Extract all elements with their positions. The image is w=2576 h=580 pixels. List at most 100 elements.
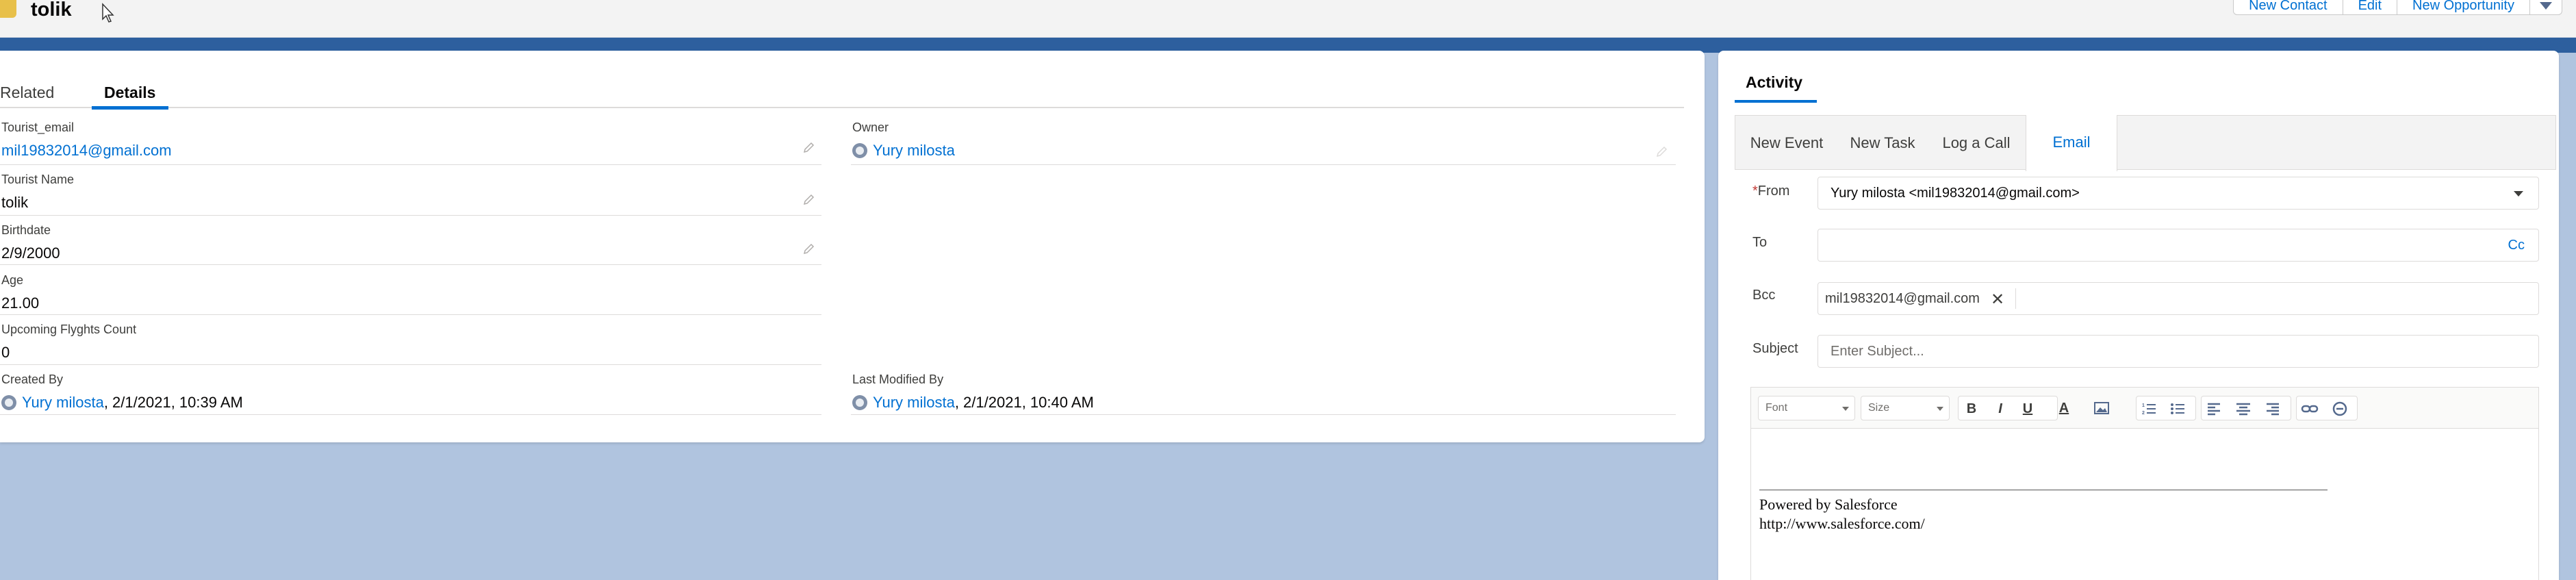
image-icon[interactable]: [2093, 400, 2110, 416]
chevron-down-icon: [2514, 191, 2523, 197]
tab-details[interactable]: Details: [104, 84, 155, 102]
field-age: Age 21.00: [1, 273, 39, 312]
from-select[interactable]: Yury milosta <mil19832014@gmail.com>: [1818, 177, 2539, 210]
link-icon[interactable]: [2301, 401, 2319, 417]
tab-log-a-call[interactable]: Log a Call: [1927, 116, 2026, 171]
cc-link[interactable]: Cc: [2508, 238, 2525, 253]
align-right-icon[interactable]: [2263, 401, 2281, 417]
field-label: Tourist_email: [1, 121, 75, 134]
signature-line-2: http://www.salesforce.com/: [1759, 515, 1925, 532]
chevron-down-icon: [1842, 407, 1849, 411]
active-tab-indicator: [92, 106, 168, 110]
field-label: Birthdate: [1, 223, 51, 237]
to-field[interactable]: Cc: [1818, 229, 2539, 262]
field-divider: [0, 314, 821, 315]
created-by-user-link[interactable]: Yury milosta: [22, 394, 104, 411]
field-divider: [0, 215, 821, 216]
svg-text:1: 1: [2142, 403, 2145, 408]
size-select[interactable]: Size: [1861, 396, 1950, 420]
edit-pencil-icon[interactable]: [802, 141, 816, 155]
editor-toolbar: Font Size B I U A 12: [1751, 388, 2538, 429]
field-label: Created By: [1, 373, 64, 386]
chevron-down-icon: [1937, 407, 1943, 411]
bcc-field[interactable]: mil19832014@gmail.com ✕: [1818, 282, 2539, 315]
list-group: 12: [2136, 396, 2196, 420]
activity-title[interactable]: Activity: [1746, 73, 1802, 92]
tab-new-task[interactable]: New Task: [1838, 116, 1927, 171]
format-group: B I U: [1958, 396, 2058, 420]
birthdate-value: 2/9/2000: [1, 244, 60, 262]
details-card: Related Details Tourist_email mil1983201…: [0, 51, 1705, 442]
user-avatar-icon: [852, 143, 867, 158]
tab-email[interactable]: Email: [2026, 115, 2117, 171]
record-title: tolik: [31, 0, 72, 21]
email-body-editor[interactable]: Font Size B I U A 12 Powered by Salesfor…: [1750, 387, 2539, 580]
bulleted-list-icon[interactable]: [2169, 401, 2187, 417]
field-label: Tourist Name: [1, 173, 75, 186]
numbered-list-icon[interactable]: 12: [2141, 401, 2158, 417]
italic-icon[interactable]: I: [1991, 401, 2009, 417]
last-modified-user-link[interactable]: Yury milosta: [873, 394, 955, 411]
new-contact-button[interactable]: New Contact: [2233, 0, 2343, 15]
mouse-cursor-icon: [102, 3, 114, 23]
edit-pencil-icon[interactable]: [802, 193, 816, 207]
field-divider: [0, 414, 821, 415]
owner-user-link[interactable]: Yury milosta: [873, 142, 955, 159]
bcc-label: Bcc: [1752, 288, 1776, 303]
align-left-icon[interactable]: [2206, 401, 2223, 417]
bcc-recipient-pill: mil19832014@gmail.com: [1825, 291, 1980, 306]
to-label: To: [1752, 235, 1768, 250]
edit-pencil-icon[interactable]: [802, 242, 816, 256]
field-divider: [851, 414, 1676, 415]
tab-new-event[interactable]: New Event: [1735, 116, 1838, 171]
remove-formatting-icon[interactable]: [2331, 401, 2349, 417]
field-divider: [851, 164, 1676, 165]
underline-icon[interactable]: U: [2019, 401, 2037, 417]
field-divider: [0, 364, 821, 365]
field-label: Last Modified By: [852, 373, 944, 386]
remove-recipient-icon[interactable]: ✕: [1991, 290, 2004, 310]
subject-label: Subject: [1752, 341, 1798, 356]
created-by-date: , 2/1/2021, 10:39 AM: [103, 394, 243, 411]
field-owner: Owner Yury milosta: [852, 121, 955, 160]
edit-button[interactable]: Edit: [2342, 0, 2398, 15]
more-actions-button[interactable]: [2529, 0, 2562, 15]
tourist-email-link[interactable]: mil19832014@gmail.com: [1, 142, 172, 160]
from-value: Yury milosta <mil19832014@gmail.com>: [1831, 186, 2080, 201]
age-value: 21.00: [1, 294, 40, 312]
user-avatar-icon: [852, 395, 867, 410]
text-color-group: A: [2052, 396, 2087, 420]
change-owner-icon[interactable]: [1655, 145, 1669, 159]
field-last-modified-by: Last Modified By Yury milosta, 2/1/2021,…: [852, 373, 1094, 412]
owner-value: Yury milosta: [852, 142, 955, 160]
tab-related[interactable]: Related: [0, 84, 54, 102]
user-avatar-icon: [1, 395, 16, 410]
field-divider: [0, 264, 821, 265]
text-color-icon[interactable]: A: [2055, 400, 2073, 416]
subject-placeholder: Enter Subject...: [1831, 344, 1924, 359]
align-group: [2201, 396, 2291, 420]
record-type-icon: [0, 0, 16, 18]
field-created-by: Created By Yury milosta, 2/1/2021, 10:39…: [1, 373, 243, 412]
field-label: Owner: [852, 121, 889, 134]
last-modified-by-value: Yury milosta, 2/1/2021, 10:40 AM: [852, 394, 1094, 412]
image-group: [2090, 396, 2131, 420]
field-birthdate: Birthdate 2/9/2000: [1, 223, 60, 262]
active-tab-indicator: [1735, 100, 1817, 103]
field-label: Age: [1, 273, 24, 287]
tourist-name-value: tolik: [1, 194, 29, 211]
align-center-icon[interactable]: [2234, 401, 2252, 417]
chevron-down-icon: [2540, 2, 2552, 10]
new-opportunity-button[interactable]: New Opportunity: [2397, 0, 2530, 15]
svg-text:2: 2: [2142, 411, 2145, 416]
last-modified-date: , 2/1/2021, 10:40 AM: [954, 394, 1094, 411]
created-by-value: Yury milosta, 2/1/2021, 10:39 AM: [1, 394, 243, 412]
font-select[interactable]: Font: [1758, 396, 1855, 420]
required-indicator: *: [1752, 184, 1758, 199]
signature-line-1: Powered by Salesforce: [1759, 496, 1898, 513]
from-label: *From: [1752, 184, 1790, 199]
bold-icon[interactable]: B: [1963, 401, 1980, 417]
subject-input[interactable]: Enter Subject...: [1818, 335, 2539, 368]
email-signature: Powered by Salesforce http://www.salesfo…: [1759, 495, 1925, 533]
header-actions: New Contact Edit New Opportunity: [2233, 0, 2576, 15]
